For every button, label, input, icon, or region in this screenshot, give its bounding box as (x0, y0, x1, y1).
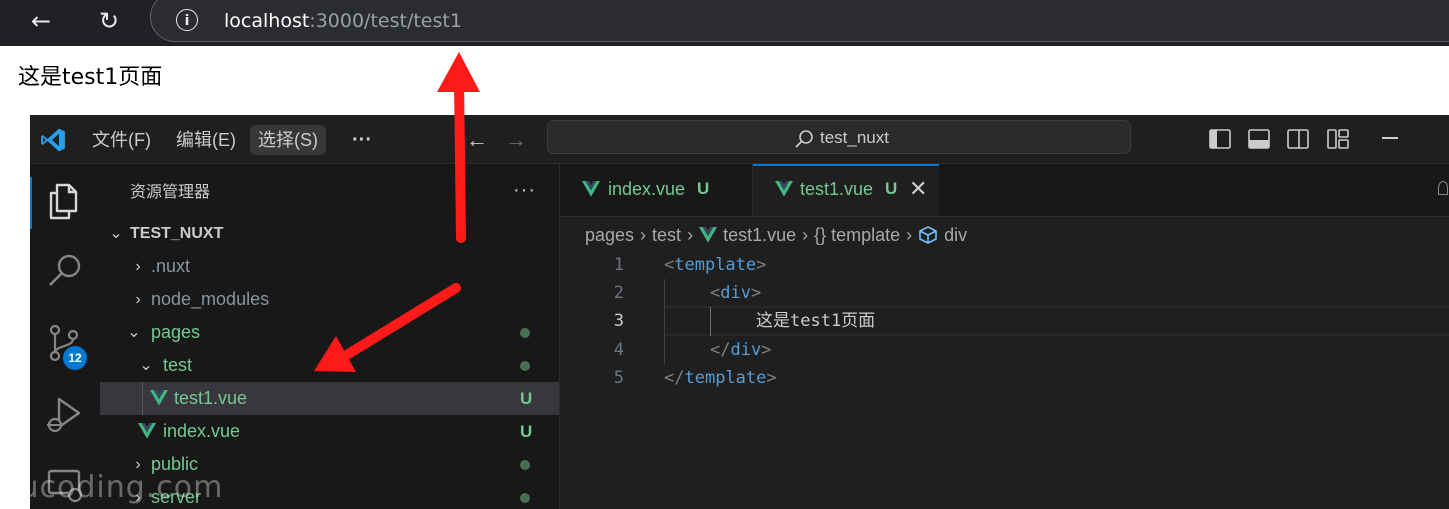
tab-label: index.vue (608, 179, 686, 199)
page-heading: 这是test1页面 (18, 65, 163, 90)
breadcrumb-pages[interactable]: pages (585, 225, 634, 245)
tab-label: test1.vue (800, 179, 874, 199)
menu-edit[interactable]: 编辑(E) (168, 125, 244, 155)
run-debug-icon[interactable] (45, 395, 85, 435)
chevron-down-icon: ⌄ (139, 357, 153, 374)
code-line-1[interactable]: <template> (664, 251, 766, 279)
explorer-title: 资源管理器 (130, 184, 211, 201)
line-number: 3 (613, 311, 624, 331)
search-icon[interactable] (45, 251, 85, 291)
tree-root-label: TEST_NUXT (130, 225, 224, 242)
tab-index-vue[interactable]: index.vue U (560, 164, 753, 216)
explorer-more-button[interactable]: ··· (513, 175, 536, 205)
tree-item-node-modules[interactable]: › node_modules (100, 283, 559, 316)
breadcrumb-test[interactable]: test (652, 225, 681, 245)
git-untracked-badge: U (520, 422, 533, 441)
line-number: 2 (613, 283, 624, 303)
tree-item-label: index.vue (163, 421, 241, 441)
tab-git-status: U (885, 179, 898, 198)
tree-item-label: test (163, 355, 193, 375)
breadcrumb-file[interactable]: test1.vue (723, 225, 796, 245)
line-number: 5 (613, 368, 624, 388)
source-control-badge: 12 (63, 346, 87, 370)
menu-file[interactable]: 文件(F) (84, 125, 159, 155)
chevron-down-icon: ⌄ (109, 225, 123, 242)
git-modified-dot (520, 328, 530, 338)
breadcrumb-template[interactable]: {} template (814, 225, 900, 245)
menu-selection[interactable]: 选择(S) (250, 125, 326, 155)
vue-file-icon (138, 423, 156, 439)
tree-item-label: test1.vue (174, 388, 248, 408)
chevron-right-icon: › (687, 225, 694, 245)
tab-test1-vue[interactable]: test1.vue U ✕ (753, 164, 939, 216)
back-arrow-icon[interactable]: ← (24, 6, 58, 36)
indent-guide-active (710, 307, 711, 336)
line-number: 1 (613, 255, 624, 275)
tree-item-pages[interactable]: ⌄ pages (100, 316, 559, 349)
toggle-secondary-sidebar-icon[interactable] (1286, 127, 1310, 151)
url-host: localhost (224, 10, 310, 32)
vue-file-icon (150, 390, 168, 406)
chevron-right-icon: › (135, 291, 141, 308)
toggle-panel-icon[interactable] (1247, 127, 1271, 151)
tree-item-index-vue[interactable]: index.vue (100, 415, 559, 448)
tree-item-label: pages (151, 322, 201, 342)
code-line-5[interactable]: </template> (664, 364, 777, 392)
git-untracked-badge: U (520, 389, 533, 408)
chevron-right-icon: › (906, 225, 913, 245)
menu-more[interactable]: ··· (344, 125, 380, 155)
tree-item-nuxt[interactable]: › .nuxt (100, 250, 559, 283)
indent-guide (664, 279, 665, 364)
breadcrumb-div[interactable]: div (944, 225, 967, 245)
git-modified-dot (520, 361, 530, 371)
url-text[interactable]: localhost:3000/test/test1 (224, 8, 462, 34)
chevron-right-icon: › (135, 258, 141, 275)
customize-layout-icon[interactable] (1326, 127, 1350, 151)
code-line-3[interactable]: 这是test1页面 (756, 307, 875, 335)
nav-forward-icon[interactable]: → (505, 125, 527, 155)
code-line-2[interactable]: <div> (710, 279, 761, 307)
reload-icon[interactable]: ↻ (92, 6, 126, 36)
tab-git-status: U (697, 179, 710, 198)
tree-item-label: .nuxt (151, 256, 191, 276)
cube-symbol-icon (919, 226, 937, 244)
vscode-window: 文件(F) 编辑(E) 选择(S) ··· ← → test_nuxt 12 资… (30, 115, 1449, 509)
chevron-down-icon: ⌄ (127, 324, 141, 341)
compare-icon[interactable] (1438, 181, 1448, 195)
active-indicator (30, 177, 32, 229)
git-modified-dot (520, 460, 530, 470)
tree-root-row[interactable]: ⌄ TEST_NUXT (100, 217, 559, 250)
vue-file-icon (775, 181, 793, 197)
line-number: 4 (613, 340, 624, 360)
explorer-files-icon[interactable] (45, 181, 85, 221)
search-icon (795, 130, 813, 148)
minimize-icon[interactable] (1382, 137, 1398, 139)
chevron-right-icon: › (640, 225, 647, 245)
tab-close-icon[interactable]: ✕ (909, 164, 927, 214)
vue-file-icon (582, 181, 600, 197)
vue-file-icon (699, 227, 718, 243)
breadcrumb: pages › test › test1.vue ›{} template › div (585, 222, 967, 248)
tree-item-test[interactable]: ⌄ test (100, 349, 559, 382)
toggle-primary-sidebar-icon[interactable] (1208, 127, 1232, 151)
watermark: kucoding.com (2, 470, 224, 505)
url-path: :3000/test/test1 (309, 10, 462, 32)
command-center-text: test_nuxt (820, 128, 889, 147)
vscode-logo-icon (41, 128, 65, 152)
git-modified-dot (520, 493, 530, 503)
site-info-icon[interactable]: i (176, 9, 198, 31)
code-line-4[interactable]: </div> (710, 336, 771, 364)
tree-item-test1-vue[interactable]: test1.vue (100, 382, 559, 415)
tree-item-label: node_modules (151, 289, 270, 309)
nav-back-icon[interactable]: ← (466, 125, 488, 155)
chevron-right-icon: › (802, 225, 809, 245)
tree-indent-guide (142, 382, 143, 415)
